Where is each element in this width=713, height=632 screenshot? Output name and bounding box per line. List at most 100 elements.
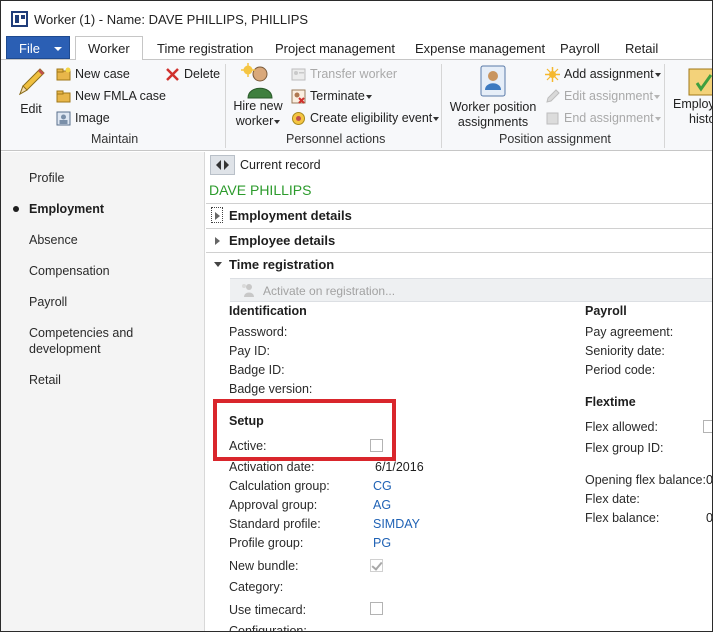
add-sparkle-icon (545, 67, 560, 82)
standard-profile-label: Standard profile: (229, 517, 321, 531)
tab-project-management[interactable]: Project management (275, 38, 395, 60)
profile-group-label: Profile group: (229, 536, 304, 550)
approval-group-link[interactable]: AG (373, 498, 391, 512)
left-navigation: Profile Employment Absence Compensation … (1, 152, 205, 631)
nav-item-employment[interactable]: Employment (29, 201, 104, 217)
fasttab-employment-details[interactable]: Employment details (206, 203, 712, 227)
hire-new-worker-label-line2: worker (235, 114, 274, 128)
chevron-down-icon (274, 119, 281, 124)
new-bundle-checkbox[interactable] (370, 559, 383, 572)
terminate-label: Terminate (310, 89, 372, 103)
use-timecard-checkbox[interactable] (370, 602, 383, 615)
worker-position-label-line1: Worker position (449, 100, 537, 114)
fasttab-title: Time registration (229, 257, 335, 272)
chevron-right-icon (215, 237, 220, 245)
chevron-down-icon (433, 116, 440, 121)
id-badge-icon (480, 65, 506, 97)
chevron-down-icon (654, 116, 661, 121)
chevron-right-icon (215, 212, 220, 220)
opening-flex-balance-value: 0 (706, 473, 712, 487)
identification-heading: Identification (229, 304, 307, 318)
activation-date-label: Activation date: (229, 460, 315, 474)
position-assignment-group-label: Position assignment (499, 132, 611, 146)
time-registration-toolbar: Activate on registration... (230, 278, 712, 302)
details-pane: Current record DAVE PHILLIPS Employment … (206, 152, 712, 631)
employment-history-button[interactable]: Employ histo (673, 63, 713, 127)
transfer-worker-label: Transfer worker (310, 67, 398, 81)
end-assignment-label: End assignment (564, 111, 661, 125)
flex-group-id-label: Flex group ID: (585, 441, 664, 455)
flex-balance-label: Flex balance: (585, 511, 660, 525)
new-case-label: New case (75, 67, 130, 81)
terminate-icon (291, 89, 306, 104)
title-bar: Worker (1) - Name: DAVE PHILLIPS, PHILLI… (1, 1, 712, 35)
personnel-actions-group-label: Personnel actions (286, 132, 386, 146)
edit-label: Edit (20, 102, 42, 116)
add-assignment-label: Add assignment (564, 67, 661, 81)
hire-new-worker-button[interactable]: Hire new worker (229, 63, 287, 129)
standard-profile-link[interactable]: SIMDAY (373, 517, 420, 531)
calculation-group-link[interactable]: CG (373, 479, 392, 493)
ribbon-tab-bar: File Worker Time registration Project ma… (1, 35, 712, 61)
nav-item-compensation[interactable]: Compensation (29, 263, 110, 279)
highlight-box (213, 399, 396, 461)
approval-group-label: Approval group: (229, 498, 318, 512)
image-icon (56, 111, 71, 126)
badge-version-label: Badge version: (229, 382, 313, 396)
delete-x-icon (166, 68, 179, 81)
worker-window: Worker (1) - Name: DAVE PHILLIPS, PHILLI… (0, 0, 713, 632)
flextime-heading: Flextime (585, 395, 636, 409)
chevron-down-icon (214, 262, 222, 267)
category-label: Category: (229, 580, 284, 594)
eligibility-event-icon (292, 112, 305, 125)
tab-expense-management[interactable]: Expense management (415, 38, 545, 60)
pay-agreement-label: Pay agreement: (585, 325, 674, 339)
fasttab-employee-details[interactable]: Employee details (206, 228, 712, 252)
period-code-label: Period code: (585, 363, 656, 377)
activate-person-icon (242, 284, 254, 297)
nav-item-payroll[interactable]: Payroll (29, 294, 67, 310)
pencil-icon (546, 89, 560, 103)
person-add-icon (241, 63, 273, 99)
nav-item-profile[interactable]: Profile (29, 170, 64, 186)
opening-flex-balance-label: Opening flex balance: (585, 473, 706, 487)
calculation-group-label: Calculation group: (229, 479, 330, 493)
delete-label: Delete (184, 67, 221, 81)
fasttab-time-registration[interactable]: Time registration (206, 252, 712, 276)
new-fmla-case-label: New FMLA case (75, 89, 167, 103)
current-record-label: Current record (240, 158, 321, 172)
file-menu-button[interactable]: File (6, 36, 70, 59)
ribbon-separator (441, 64, 442, 148)
tab-worker[interactable]: Worker (75, 36, 143, 61)
ribbon: Edit New case New FMLA case Image Delete… (1, 60, 712, 151)
chevron-down-icon (654, 72, 661, 77)
seniority-date-label: Seniority date: (585, 344, 665, 358)
nav-item-retail[interactable]: Retail (29, 372, 61, 388)
activate-on-registration-button[interactable]: Activate on registration... (263, 284, 395, 298)
image-label: Image (75, 111, 110, 125)
tab-retail[interactable]: Retail (625, 38, 658, 60)
transfer-icon (291, 68, 306, 81)
tab-time-registration[interactable]: Time registration (157, 38, 253, 60)
folder-icon (56, 90, 71, 103)
edit-assignment-label: Edit assignment (564, 89, 660, 103)
active-indicator (13, 206, 19, 212)
nav-item-absence[interactable]: Absence (29, 232, 78, 248)
employment-history-label-line2: histo (689, 112, 713, 126)
maintain-group-label: Maintain (91, 132, 139, 146)
collapse-toggle-icon[interactable] (210, 155, 235, 175)
worker-position-label-line2: assignments (457, 115, 529, 129)
nav-item-competencies[interactable]: Competencies and development (29, 325, 133, 357)
worker-position-assignments-button[interactable]: Worker position assignments (447, 65, 539, 130)
profile-group-link[interactable]: PG (373, 536, 391, 550)
employment-history-icon (688, 68, 712, 96)
ribbon-separator (225, 64, 226, 148)
tab-payroll[interactable]: Payroll (560, 38, 600, 60)
flex-allowed-checkbox[interactable] (703, 420, 712, 433)
payroll-heading: Payroll (585, 304, 627, 318)
use-timecard-label: Use timecard: (229, 603, 307, 617)
hire-new-worker-label-line1: Hire new (233, 99, 283, 113)
edit-button[interactable]: Edit (9, 64, 53, 117)
flex-balance-value: 0 (706, 511, 712, 525)
new-bundle-label: New bundle: (229, 559, 299, 573)
